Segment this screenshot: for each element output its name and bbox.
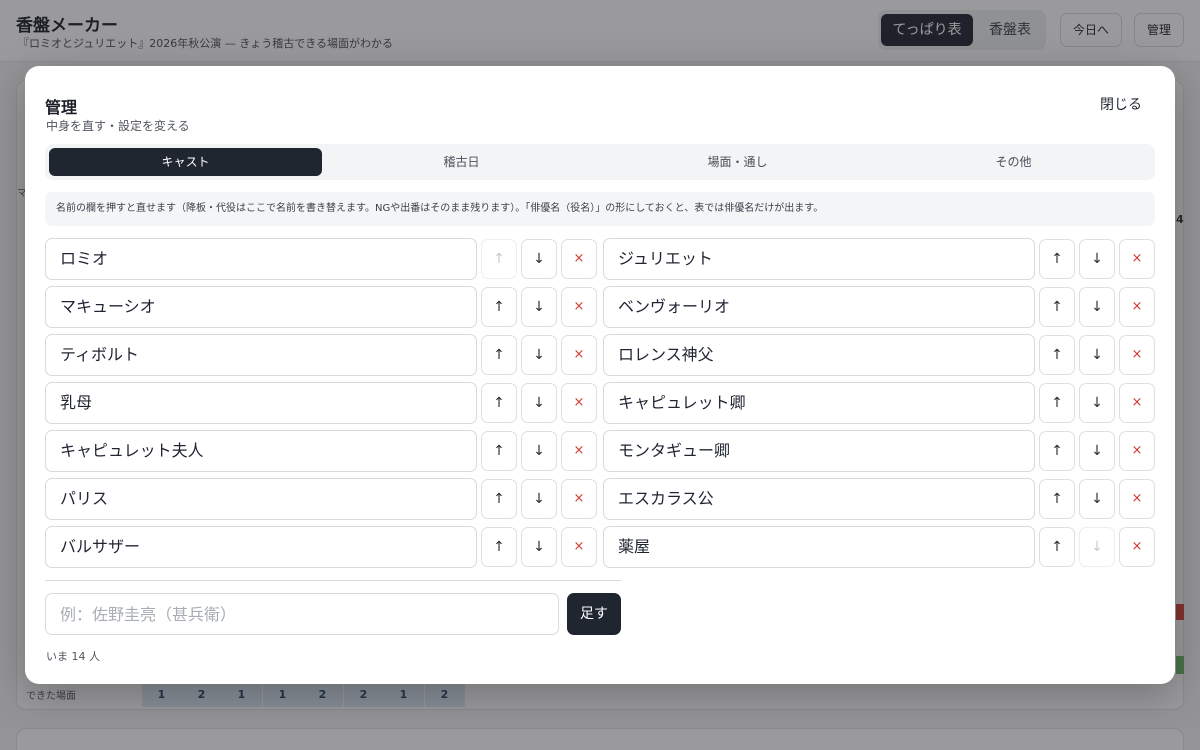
move-up-icon[interactable]: ↑ [481,479,517,519]
admin-modal: 管理 中身を直す・設定を変える 閉じる キャスト 稽古日 場面・通し その他 名… [25,66,1175,684]
cast-row: ロミオ ↑ ↓ × [45,238,597,280]
divider [45,580,621,581]
modal-tabs: キャスト 稽古日 場面・通し その他 [45,144,1155,180]
cast-name-field[interactable]: エスカラス公 [603,478,1035,520]
modal-subtitle: 中身を直す・設定を変える [46,119,190,133]
cast-row: パリス ↑ ↓ × [45,478,597,520]
move-up-icon[interactable]: ↑ [481,383,517,423]
move-up-icon[interactable]: ↑ [1039,239,1075,279]
move-down-icon[interactable]: ↓ [521,479,557,519]
move-up-icon[interactable]: ↑ [1039,287,1075,327]
cast-row: 薬屋 ↑ ↓ × [603,526,1155,568]
move-down-icon[interactable]: ↓ [521,335,557,375]
move-down-icon[interactable]: ↓ [521,431,557,471]
delete-icon[interactable]: × [1119,431,1155,471]
delete-icon[interactable]: × [1119,527,1155,567]
move-down-icon[interactable]: ↓ [1079,431,1115,471]
move-down-icon[interactable]: ↓ [521,239,557,279]
cast-row: バルサザー ↑ ↓ × [45,526,597,568]
move-up-icon[interactable]: ↑ [1039,527,1075,567]
cast-name-field[interactable]: ロレンス神父 [603,334,1035,376]
move-up-icon[interactable]: ↑ [481,287,517,327]
move-down-icon[interactable]: ↓ [1079,239,1115,279]
cast-row: キャピュレット卿 ↑ ↓ × [603,382,1155,424]
cast-name-field[interactable]: モンタギュー卿 [603,430,1035,472]
cast-name-field[interactable]: ジュリエット [603,238,1035,280]
cast-name-field[interactable]: 乳母 [45,382,477,424]
move-up-icon[interactable]: ↑ [1039,479,1075,519]
modal-title: 管理 [45,98,78,117]
delete-icon[interactable]: × [561,527,597,567]
tab-other[interactable]: その他 [877,148,1150,176]
close-button[interactable]: 閉じる [1089,92,1153,118]
delete-icon[interactable]: × [1119,383,1155,423]
delete-icon[interactable]: × [561,431,597,471]
move-up-icon[interactable]: ↑ [1039,335,1075,375]
tab-rehearsal-days[interactable]: 稽古日 [325,148,598,176]
move-up-icon[interactable]: ↑ [481,335,517,375]
delete-icon[interactable]: × [1119,479,1155,519]
move-up-icon[interactable]: ↑ [1039,383,1075,423]
add-cast-button[interactable]: 足す [567,593,621,635]
cast-row: モンタギュー卿 ↑ ↓ × [603,430,1155,472]
cast-row: ベンヴォーリオ ↑ ↓ × [603,286,1155,328]
move-down-icon[interactable]: ↓ [1079,287,1115,327]
delete-icon[interactable]: × [561,335,597,375]
move-down-icon: ↓ [1079,527,1115,567]
cast-count: いま 14 人 [46,650,100,663]
move-down-icon[interactable]: ↓ [1079,479,1115,519]
move-up-icon: ↑ [481,239,517,279]
cast-name-field[interactable]: マキューシオ [45,286,477,328]
cast-name-field[interactable]: ロミオ [45,238,477,280]
cast-row: キャピュレット夫人 ↑ ↓ × [45,430,597,472]
move-up-icon[interactable]: ↑ [481,527,517,567]
delete-icon[interactable]: × [561,383,597,423]
cast-name-field[interactable]: 薬屋 [603,526,1035,568]
move-down-icon[interactable]: ↓ [1079,383,1115,423]
move-down-icon[interactable]: ↓ [521,527,557,567]
tab-scenes[interactable]: 場面・通し [601,148,874,176]
cast-name-field[interactable]: パリス [45,478,477,520]
cast-name-field[interactable]: キャピュレット卿 [603,382,1035,424]
move-down-icon[interactable]: ↓ [1079,335,1115,375]
cast-name-field[interactable]: バルサザー [45,526,477,568]
cast-row: 乳母 ↑ ↓ × [45,382,597,424]
cast-name-field[interactable]: ベンヴォーリオ [603,286,1035,328]
delete-icon[interactable]: × [1119,335,1155,375]
cast-row: ジュリエット ↑ ↓ × [603,238,1155,280]
cast-row: ロレンス神父 ↑ ↓ × [603,334,1155,376]
delete-icon[interactable]: × [561,239,597,279]
new-cast-input[interactable] [45,593,559,635]
cast-row: マキューシオ ↑ ↓ × [45,286,597,328]
move-up-icon[interactable]: ↑ [1039,431,1075,471]
cast-name-field[interactable]: ティボルト [45,334,477,376]
delete-icon[interactable]: × [561,479,597,519]
delete-icon[interactable]: × [1119,287,1155,327]
cast-row: エスカラス公 ↑ ↓ × [603,478,1155,520]
cast-row: ティボルト ↑ ↓ × [45,334,597,376]
move-up-icon[interactable]: ↑ [481,431,517,471]
move-down-icon[interactable]: ↓ [521,287,557,327]
cast-name-field[interactable]: キャピュレット夫人 [45,430,477,472]
help-note: 名前の欄を押すと直せます（降板・代役はここで名前を書き替えます。NGや出番はその… [45,192,1155,226]
delete-icon[interactable]: × [561,287,597,327]
tab-cast[interactable]: キャスト [49,148,322,176]
delete-icon[interactable]: × [1119,239,1155,279]
move-down-icon[interactable]: ↓ [521,383,557,423]
